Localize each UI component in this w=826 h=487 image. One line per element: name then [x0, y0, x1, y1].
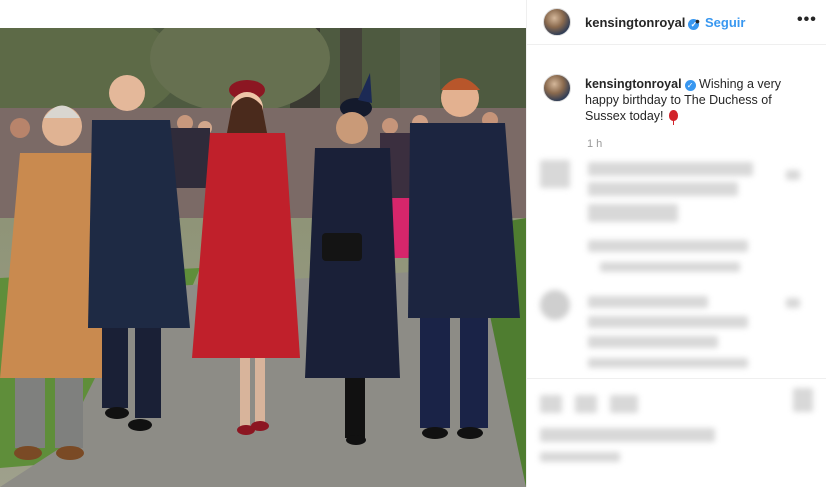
blurred-avatar: [540, 160, 570, 188]
blurred-like-button-icon: [540, 395, 562, 413]
post-timestamp[interactable]: 1 h: [587, 138, 602, 150]
follow-button[interactable]: Seguir: [705, 15, 745, 30]
royal-family-photo: [0, 28, 526, 487]
blurred-text-line: [588, 182, 738, 196]
caption-verified-badge-icon: ✓: [684, 80, 696, 91]
blurred-likes-line: [540, 428, 715, 442]
blurred-like-icon: [786, 298, 800, 308]
blurred-text-line: [588, 296, 708, 308]
header-username-text[interactable]: kensingtonroyal: [585, 15, 685, 30]
blurred-like-icon: [786, 170, 800, 180]
blurred-meta-line: [588, 358, 748, 368]
blurred-text-line: [588, 162, 753, 176]
profile-avatar[interactable]: [543, 8, 571, 36]
more-options-button[interactable]: •••: [797, 11, 817, 29]
blurred-avatar: [540, 290, 570, 320]
blurred-text-line: [588, 204, 678, 222]
footer-divider: [526, 378, 826, 379]
blurred-date-line: [540, 452, 620, 462]
blurred-share-button-icon: [610, 395, 638, 413]
blurred-meta-line: [600, 262, 740, 272]
balloon-icon: [669, 110, 678, 125]
post-photo[interactable]: [0, 28, 526, 487]
header-separator: •: [695, 13, 700, 29]
blurred-comment-button-icon: [575, 395, 597, 413]
blurred-text-line: [588, 336, 718, 348]
post-header: kensingtonroyal ✓ • Seguir •••: [527, 0, 826, 45]
caption-text-block: kensingtonroyal ✓ Wishing a very happy bi…: [585, 76, 807, 125]
blurred-meta-line: [588, 240, 748, 252]
blurred-text-line: [588, 316, 748, 328]
header-username[interactable]: kensingtonroyal ✓: [585, 15, 700, 30]
caption-avatar[interactable]: [543, 74, 571, 102]
blurred-save-button-icon: [793, 388, 813, 412]
caption-username[interactable]: kensingtonroyal: [585, 77, 682, 91]
